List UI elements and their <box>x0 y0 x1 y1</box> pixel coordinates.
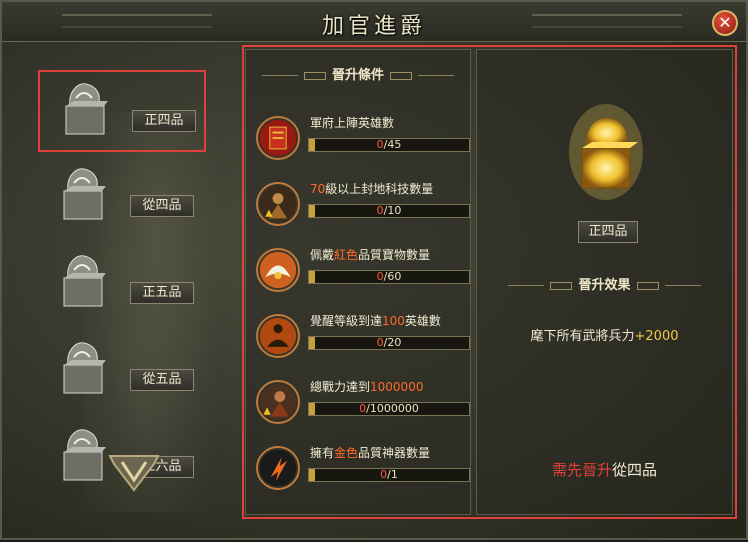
conditions-heading-text: 晉升條件 <box>331 68 384 83</box>
progress-current: 0 <box>376 270 384 283</box>
condition-text-pre: 佩戴 <box>310 248 335 262</box>
title-bar: 加官進爵 ✕ <box>2 2 746 42</box>
effect-description: 麾下所有武將兵力+2000 <box>476 325 733 344</box>
condition-text-post: 品質寶物數量 <box>358 248 431 262</box>
seal-icon <box>63 429 106 481</box>
condition-text: 佩戴紅色品質寶物數量 <box>310 246 430 263</box>
condition-text-pre: 擁有 <box>310 446 335 460</box>
progress-bar: 0/1000000 <box>308 402 470 416</box>
wing-treasure-icon <box>256 248 300 292</box>
rank-item[interactable]: 正五品 <box>38 244 206 326</box>
condition-text-pre: 總戰力達到 <box>310 380 371 394</box>
progress-current: 0 <box>376 138 384 151</box>
requirement-warning: 需先晉升 <box>551 461 612 479</box>
warrior-upgrade-icon <box>256 182 300 226</box>
rank-label: 從五品 <box>130 369 194 391</box>
progress-total: /60 <box>383 270 402 283</box>
seal-icon <box>63 342 106 394</box>
condition-row: 佩戴紅色品質寶物數量 0/60 <box>254 244 474 302</box>
condition-text: 覺醒等級到達100英雄數 <box>310 312 441 329</box>
progress-bar: 0/45 <box>308 138 470 152</box>
requirement-rank: 從四品 <box>612 461 658 479</box>
condition-text: 70級以上封地科技數量 <box>310 180 433 197</box>
condition-text: 軍府上陣英雄數 <box>310 114 394 131</box>
army-emblem-icon <box>256 116 300 160</box>
condition-text-pre: 覺醒等級到達 <box>310 314 383 328</box>
window-title: 加官進爵 <box>321 14 426 39</box>
seal-icon <box>63 255 106 307</box>
effect-heading: 晉升效果 <box>477 276 732 296</box>
condition-text-pre: 軍府上陣英雄數 <box>310 116 395 130</box>
progress-bar: 0/10 <box>308 204 470 218</box>
condition-row: 70級以上封地科技數量 0/10 <box>254 178 474 236</box>
progress-value: 0/1 <box>309 468 469 481</box>
effect-text: 麾下所有武將兵力 <box>530 329 635 344</box>
progress-value: 0/10 <box>309 204 469 217</box>
progress-bar: 0/1 <box>308 468 470 482</box>
progress-value: 0/45 <box>309 138 469 151</box>
progress-current: 0 <box>376 336 384 349</box>
scroll-down-arrow-icon[interactable] <box>106 450 162 494</box>
condition-text-highlight: 金色 <box>334 446 359 460</box>
rank-label: 從四品 <box>130 195 194 217</box>
progress-value: 0/20 <box>309 336 469 349</box>
rank-item[interactable]: 從四品 <box>38 157 206 239</box>
seal-icon <box>63 168 106 220</box>
progress-value: 0/60 <box>309 270 469 283</box>
condition-text-highlight: 1000000 <box>370 380 424 394</box>
current-rank-tag: 正四品 <box>578 221 638 243</box>
rank-label: 正五品 <box>130 282 194 304</box>
condition-text-highlight: 紅色 <box>334 248 359 262</box>
meditation-icon <box>256 314 300 358</box>
power-upgrade-icon <box>256 380 300 424</box>
progress-bar: 0/60 <box>308 270 470 284</box>
condition-row: 軍府上陣英雄數 0/45 <box>254 112 474 170</box>
condition-text-post: 級以上封地科技數量 <box>325 182 434 196</box>
conditions-panel: 晉升條件 軍府上陣英雄數 0/45 70級以上封地科技數量 0/10 佩戴紅色品質寶物數… <box>245 49 471 515</box>
conditions-heading: 晉升條件 <box>246 66 470 86</box>
progress-current: 0 <box>376 204 384 217</box>
close-button[interactable]: ✕ <box>712 10 738 36</box>
condition-text-post: 品質神器數量 <box>358 446 431 460</box>
gold-seal-icon <box>569 104 643 200</box>
rank-label: 正四品 <box>132 110 196 132</box>
effect-value: +2000 <box>634 329 679 344</box>
progress-total: /1 <box>387 468 398 481</box>
condition-text-highlight: 100 <box>382 314 405 328</box>
effect-heading-text: 晉升效果 <box>578 278 631 293</box>
promotion-window: 加官進爵 ✕ 正四品 從四品 正五品 從五品 正六品 晉升條件 軍府上陣英雄數 0/45 7… <box>0 0 748 540</box>
progress-bar: 0/20 <box>308 336 470 350</box>
progress-value: 0/1000000 <box>309 402 469 415</box>
seal-icon <box>65 83 108 135</box>
condition-text: 總戰力達到1000000 <box>310 378 423 395</box>
progress-total: /1000000 <box>366 402 419 415</box>
rank-item[interactable]: 從五品 <box>38 331 206 413</box>
progress-total: /20 <box>383 336 402 349</box>
condition-row: 覺醒等級到達100英雄數 0/20 <box>254 310 474 368</box>
progress-total: /10 <box>383 204 402 217</box>
condition-text-post: 英雄數 <box>404 314 441 328</box>
rank-item[interactable]: 正四品 <box>38 70 206 152</box>
condition-text-highlight: 70 <box>310 182 326 196</box>
condition-row: 總戰力達到1000000 0/1000000 <box>254 376 474 434</box>
requirement-note: 需先晉升從四品 <box>476 459 733 480</box>
artifact-icon <box>256 446 300 490</box>
progress-total: /45 <box>383 138 402 151</box>
condition-row: 擁有金色品質神器數量 0/1 <box>254 442 474 500</box>
condition-text: 擁有金色品質神器數量 <box>310 444 430 461</box>
